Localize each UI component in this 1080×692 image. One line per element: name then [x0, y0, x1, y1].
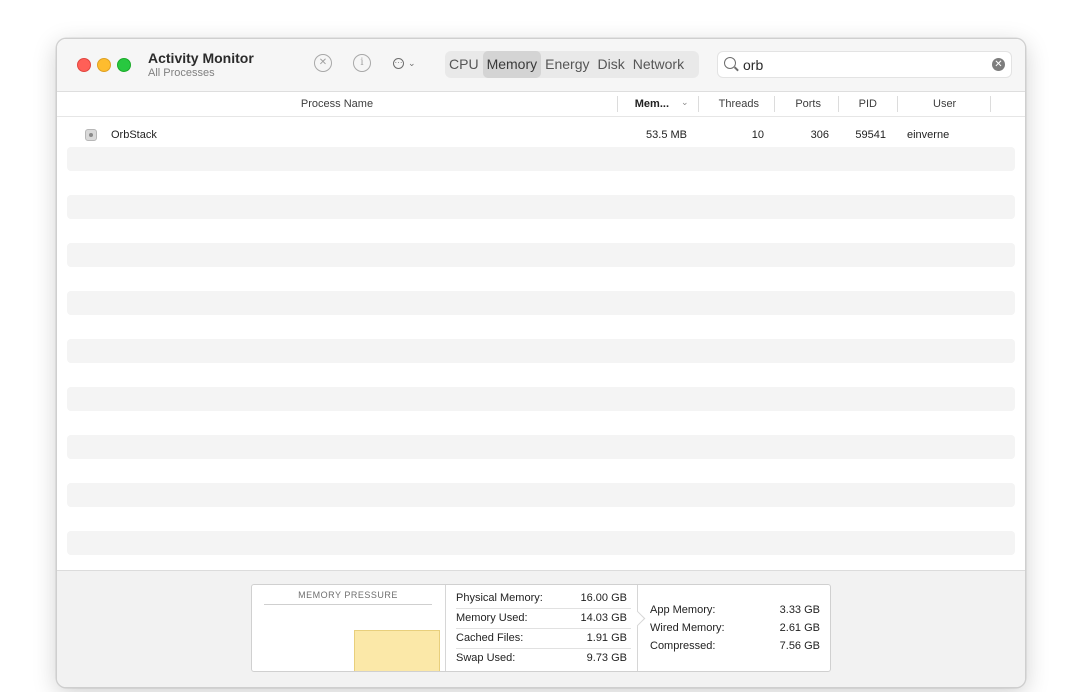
- more-options-button[interactable]: ··· ⌄: [393, 56, 416, 70]
- empty-row: [67, 531, 1015, 555]
- stat-label: App Memory:: [650, 604, 716, 616]
- memory-summary-bar: MEMORY PRESSURE Physical Memory: 16.00 G…: [57, 570, 1025, 687]
- empty-row: [67, 291, 1015, 315]
- stat-label: Physical Memory:: [456, 592, 543, 604]
- search-field[interactable]: ✕: [717, 51, 1012, 78]
- more-options-icon: ···: [393, 58, 404, 70]
- search-input[interactable]: [743, 55, 973, 75]
- stat-value: 3.33 GB: [779, 604, 820, 616]
- zoom-window-button[interactable]: [117, 58, 131, 72]
- column-divider: [990, 96, 991, 112]
- table-row[interactable]: OrbStack 53.5 MB 10 306 59541 einverne: [67, 123, 1015, 147]
- stat-value: 9.73 GB: [586, 652, 627, 664]
- close-window-button[interactable]: [77, 58, 91, 72]
- tab-cpu[interactable]: CPU: [445, 51, 483, 78]
- memory-summary-panel: MEMORY PRESSURE Physical Memory: 16.00 G…: [251, 584, 831, 672]
- column-header-threads[interactable]: Threads: [699, 92, 759, 116]
- column-header-ports[interactable]: Ports: [775, 92, 821, 116]
- info-icon[interactable]: i: [353, 54, 371, 72]
- stat-cached-files: Cached Files: 1.91 GB: [456, 628, 631, 649]
- toolbar: Activity Monitor All Processes ✕ i ··· ⌄ …: [57, 39, 1025, 92]
- window-subtitle[interactable]: All Processes: [148, 67, 215, 79]
- empty-row: [67, 195, 1015, 219]
- column-divider: [897, 96, 898, 112]
- window-title: Activity Monitor: [148, 50, 254, 66]
- memory-pressure-section: MEMORY PRESSURE: [252, 585, 446, 671]
- tab-memory[interactable]: Memory: [482, 51, 542, 78]
- cell-pid: 59541: [855, 129, 886, 141]
- stat-label: Swap Used:: [456, 652, 516, 664]
- stat-label: Cached Files:: [456, 632, 524, 644]
- orbstack-app-icon: [85, 129, 97, 141]
- stat-value: 16.00 GB: [580, 592, 627, 604]
- minimize-window-button[interactable]: [97, 58, 111, 72]
- activity-monitor-window: Activity Monitor All Processes ✕ i ··· ⌄ …: [56, 38, 1026, 688]
- tab-energy[interactable]: Energy: [541, 51, 593, 78]
- stat-memory-used: Memory Used: 14.03 GB: [456, 608, 631, 629]
- memory-pressure-graph: [354, 630, 440, 671]
- tab-bar: CPU Memory Energy Disk Network: [445, 51, 699, 78]
- empty-row: [67, 387, 1015, 411]
- clear-search-icon[interactable]: ✕: [992, 58, 1005, 71]
- empty-row: [67, 483, 1015, 507]
- search-icon: [724, 57, 736, 69]
- stat-label: Memory Used:: [456, 612, 528, 624]
- stat-value: 2.61 GB: [779, 622, 820, 634]
- stat-app-memory: App Memory: 3.33 GB: [650, 601, 820, 619]
- tab-disk[interactable]: Disk: [593, 51, 628, 78]
- cell-threads: 10: [751, 129, 764, 141]
- stat-label: Compressed:: [650, 640, 716, 652]
- stat-swap-used: Swap Used: 9.73 GB: [456, 648, 631, 668]
- memory-pressure-label: MEMORY PRESSURE: [264, 590, 432, 605]
- empty-row: [67, 243, 1015, 267]
- column-header-user[interactable]: User: [933, 92, 993, 116]
- stat-compressed: Compressed: 7.56 GB: [650, 637, 820, 655]
- table-header: Process Name Mem... ⌄ Threads Ports PID …: [57, 92, 1025, 117]
- chevron-down-icon: ⌄: [408, 58, 416, 69]
- stat-physical-memory: Physical Memory: 16.00 GB: [456, 588, 631, 609]
- tab-network[interactable]: Network: [629, 51, 688, 78]
- cell-process-name: OrbStack: [111, 129, 157, 141]
- empty-row: [67, 339, 1015, 363]
- column-header-pid[interactable]: PID: [839, 92, 877, 116]
- empty-row: [67, 435, 1015, 459]
- stat-label: Wired Memory:: [650, 622, 725, 634]
- column-divider: [617, 96, 618, 112]
- stat-wired-memory: Wired Memory: 2.61 GB: [650, 619, 820, 637]
- memory-stats: Physical Memory: 16.00 GB Memory Used: 1…: [446, 585, 638, 671]
- stat-value: 7.56 GB: [779, 640, 820, 652]
- stat-value: 14.03 GB: [580, 612, 627, 624]
- cell-memory: 53.5 MB: [646, 129, 687, 141]
- empty-row: [67, 147, 1015, 171]
- column-header-process-name[interactable]: Process Name: [57, 92, 617, 116]
- cell-ports: 306: [810, 129, 829, 141]
- stat-value: 1.91 GB: [586, 632, 627, 644]
- cell-user: einverne: [907, 129, 950, 141]
- memory-breakdown: App Memory: 3.33 GB Wired Memory: 2.61 G…: [638, 585, 830, 671]
- sort-chevron-icon: ⌄: [681, 97, 689, 107]
- stop-process-icon[interactable]: ✕: [314, 54, 332, 72]
- column-header-memory[interactable]: Mem...: [619, 92, 669, 116]
